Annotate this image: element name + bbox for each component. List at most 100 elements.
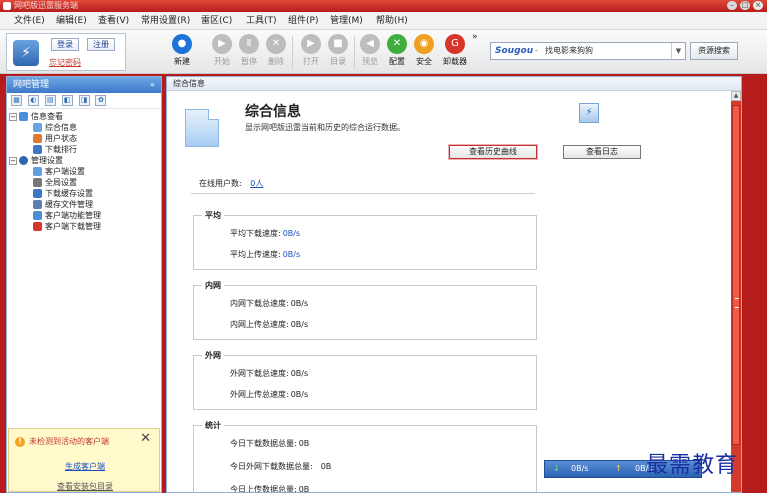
sidebar-tool-icon[interactable]: ◧: [61, 95, 73, 106]
stat-label: 内网上传总速度:: [230, 320, 289, 329]
close-button[interactable]: ×: [753, 1, 763, 10]
uninstaller-label: 卸载器: [443, 57, 467, 66]
menu-common-settings[interactable]: 常用设置(R): [141, 12, 190, 30]
group-title: 内网: [202, 280, 224, 291]
collapse-icon[interactable]: «: [150, 77, 155, 93]
security-button[interactable]: ◉ 安全: [412, 34, 436, 67]
sidebar-title: 网吧管理: [13, 80, 50, 90]
tree-node-info-view[interactable]: − 信息查看: [9, 111, 161, 122]
security-label: 安全: [416, 57, 432, 66]
group-title: 平均: [202, 210, 224, 221]
close-icon[interactable]: ✕: [140, 431, 151, 446]
open-icon: ▶: [301, 34, 321, 54]
tree-node-download-ranking[interactable]: 下载排行: [9, 144, 161, 155]
tree-node-client-features[interactable]: 客户端功能管理: [9, 210, 161, 221]
thunder-logo-icon: ⚡: [13, 40, 39, 66]
view-package-dir-link[interactable]: 查看安装包目录: [9, 481, 161, 492]
uninstaller-button[interactable]: G 卸载器: [440, 34, 470, 67]
stat-label: 今日上传数据总量:: [230, 485, 297, 493]
delete-label: 删除: [268, 57, 284, 66]
online-users-count[interactable]: 0人: [250, 179, 263, 188]
tree-expander-icon[interactable]: −: [9, 156, 17, 165]
start-button[interactable]: ▶ 开始: [210, 34, 234, 67]
sidebar-tool-icon[interactable]: ▦: [11, 95, 22, 106]
menu-file[interactable]: 文件(E): [14, 12, 45, 30]
generate-client-link[interactable]: 生成客户端: [9, 461, 161, 472]
tree-node-client-settings[interactable]: 客户端设置: [9, 166, 161, 177]
tree-node-global-settings[interactable]: 全局设置: [9, 177, 161, 188]
stat-value: 0B/s: [290, 299, 309, 308]
stat-value: 0B: [298, 485, 310, 493]
forgot-password-link[interactable]: 忘记密码: [49, 57, 81, 68]
menu-view[interactable]: 查看(V): [98, 12, 129, 30]
lan-upload-speed: 内网上传总速度: 0B/s: [230, 319, 308, 330]
stat-label: 今日外网下载数据总量:: [230, 462, 313, 471]
scroll-up-icon[interactable]: ▲: [731, 91, 741, 101]
new-task-button[interactable]: ● 新建: [170, 34, 194, 67]
stat-value: 0B: [298, 439, 310, 448]
menu-manage[interactable]: 管理(M): [330, 12, 363, 30]
search-separator: -: [535, 46, 538, 55]
menu-help[interactable]: 帮助(H): [376, 12, 408, 30]
menu-tools[interactable]: 工具(T): [246, 12, 277, 30]
tree-expander-icon[interactable]: −: [9, 112, 17, 121]
lan-group: 内网 内网下载总速度: 0B/s 内网上传总速度: 0B/s: [193, 280, 537, 340]
preview-button[interactable]: ◀ 预览: [358, 34, 382, 67]
stat-label: 外网上传总速度:: [230, 390, 289, 399]
delete-button[interactable]: ✕ 删除: [264, 34, 288, 67]
sidebar-tool-icon[interactable]: ▤: [44, 95, 56, 106]
download-icon: [33, 222, 42, 231]
tree-node-cache-files[interactable]: 缓存文件管理: [9, 199, 161, 210]
avg-download-speed: 平均下载速度: 0B/s: [230, 228, 300, 239]
minimize-button[interactable]: –: [727, 1, 737, 10]
sidebar-tool-icon[interactable]: ◐: [27, 95, 39, 106]
toolbar-divider: [292, 36, 293, 68]
tree-node-label: 管理设置: [31, 156, 63, 165]
wan-group: 外网 外网下载总速度: 0B/s 外网上传总速度: 0B/s: [193, 350, 537, 410]
menu-plugins[interactable]: 组件(P): [288, 12, 318, 30]
menu-edit[interactable]: 编辑(E): [56, 12, 87, 30]
settings-icon: [19, 156, 28, 165]
tab-overview[interactable]: 综合信息: [167, 77, 741, 91]
stat-value: 0B/s: [282, 250, 301, 259]
statistics-group: 统计 今日下载数据总量: 0B 今日外网下载数据总量: 0B 今日上传数据总量: 0B: [193, 420, 537, 493]
file-icon: [33, 200, 42, 209]
stat-value: 0B/s: [290, 390, 309, 399]
folder-button[interactable]: ■ 目录: [326, 34, 350, 67]
pause-icon: Ⅱ: [239, 34, 259, 54]
stat-label: 外网下载总速度:: [230, 369, 289, 378]
stat-label: 平均上传速度:: [230, 250, 281, 259]
tree-node-label: 客户端功能管理: [45, 211, 101, 220]
sidebar-icon-strip: ▦ ◐ ▤ ◧ ◨ ✿: [7, 93, 161, 109]
lan-download-speed: 内网下载总速度: 0B/s: [230, 298, 308, 309]
tree-node-client-downloads[interactable]: 客户端下载管理: [9, 221, 161, 232]
chevron-down-icon[interactable]: ▼: [671, 43, 685, 59]
config-button[interactable]: ✕ 配置: [385, 34, 409, 67]
view-history-curve-button[interactable]: 查看历史曲线: [449, 145, 537, 159]
tree-node-overview[interactable]: 综合信息: [9, 122, 161, 133]
tree-node-label: 全局设置: [45, 178, 77, 187]
sidebar-tool-icon[interactable]: ◨: [78, 95, 90, 106]
login-button[interactable]: 登录: [51, 38, 79, 51]
search-input[interactable]: 找电影来狗狗: [545, 43, 593, 59]
tree-node-management[interactable]: − 管理设置: [9, 155, 161, 166]
register-button[interactable]: 注册: [87, 38, 115, 51]
vertical-scrollbar[interactable]: ▲: [731, 91, 741, 492]
more-tools-chevron-icon[interactable]: »: [472, 32, 478, 42]
delete-icon: ✕: [266, 34, 286, 54]
today-upload-total: 今日上传数据总量: 0B: [230, 484, 310, 493]
resource-search-button[interactable]: 资源搜索: [690, 42, 738, 60]
view-log-button[interactable]: 查看日志: [563, 145, 641, 159]
tree-node-user-status[interactable]: 用户状态: [9, 133, 161, 144]
nav-tree: − 信息查看 综合信息 用户状态 下载排行 − 管理设置 客户端设置 全局设置 下载…: [7, 109, 161, 232]
scroll-thumb[interactable]: [732, 105, 740, 445]
uninstaller-icon: G: [445, 34, 465, 54]
maximize-button[interactable]: □: [740, 1, 750, 10]
menu-zone[interactable]: 雷区(C): [201, 12, 232, 30]
open-button[interactable]: ▶ 打开: [299, 34, 323, 67]
tree-node-label: 综合信息: [45, 123, 77, 132]
sidebar-tool-icon[interactable]: ✿: [95, 95, 107, 106]
tree-node-cache-settings[interactable]: 下载缓存设置: [9, 188, 161, 199]
folder-icon: ■: [328, 34, 348, 54]
pause-button[interactable]: Ⅱ 暂停: [237, 34, 261, 67]
